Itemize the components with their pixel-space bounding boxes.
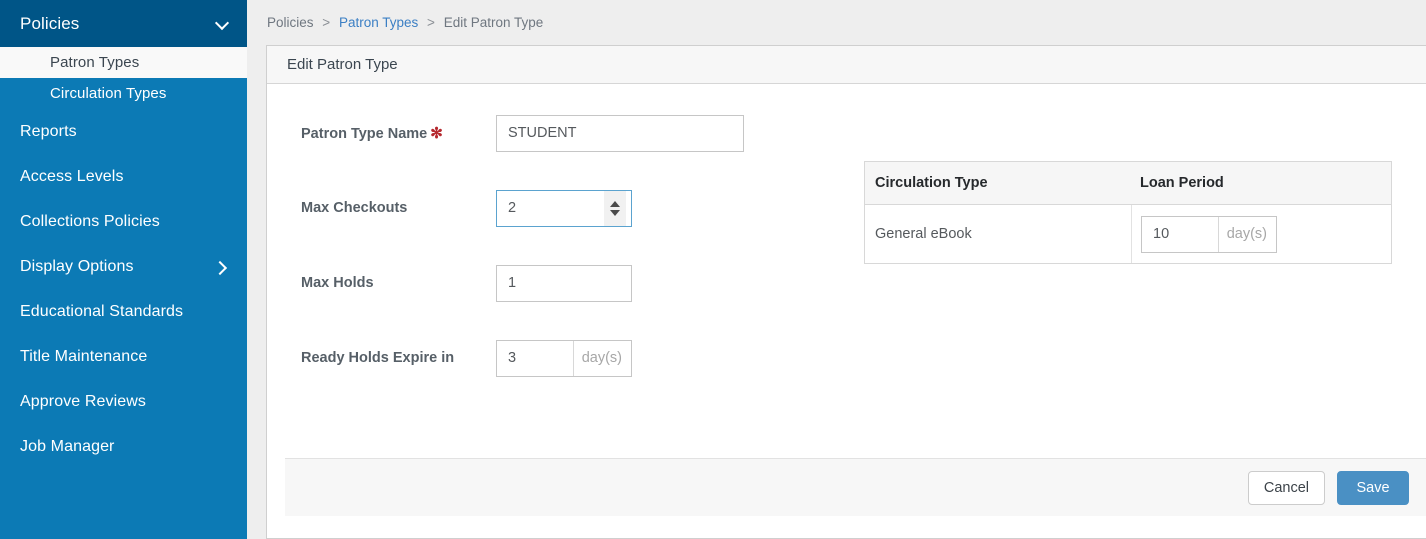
circulation-type-table: Circulation Type Loan Period General eBo… [864,161,1392,264]
patron-type-name-input[interactable]: STUDENT [496,114,744,152]
breadcrumb: Policies > Patron Types > Edit Patron Ty… [267,15,543,30]
cell-circulation-type: General eBook [875,226,972,242]
cell-loan-period: 10 day(s) [1131,205,1391,263]
sidebar-item-access-levels[interactable]: Access Levels [0,154,247,199]
sidebar-item-patron-types[interactable]: Patron Types [0,47,247,78]
sidebar-section-policies-label: Policies [20,13,80,33]
loan-period-input[interactable]: 10 day(s) [1141,215,1277,253]
patron-type-name-value: STUDENT [508,125,577,141]
sidebar-item-access-levels-label: Access Levels [20,167,124,185]
ready-holds-expire-unit: day(s) [572,340,631,376]
main-content: Policies > Patron Types > Edit Patron Ty… [247,0,1426,539]
chevron-down-icon [215,17,229,31]
sidebar-item-educational-standards-label: Educational Standards [20,302,184,320]
max-holds-value: 1 [508,275,517,291]
required-asterisk-icon: ✻ [430,125,443,142]
sidebar: Policies Patron Types Circulation Types … [0,0,247,539]
sidebar-item-display-options-label: Display Options [20,257,134,275]
max-holds-input[interactable]: 1 [496,264,632,302]
stepper-down-icon[interactable] [610,209,620,216]
sidebar-item-title-maintenance-label: Title Maintenance [20,347,148,365]
sidebar-item-collections-policies-label: Collections Policies [20,212,160,230]
number-stepper-icon[interactable] [604,190,626,226]
column-header-loan-period: Loan Period [1140,175,1224,191]
field-ready-holds-expire-in: Ready Holds Expire in 3 day(s) [301,339,901,377]
page-title: Edit Patron Type [287,56,398,73]
sidebar-item-approve-reviews-label: Approve Reviews [20,392,146,410]
page-root: Policies Patron Types Circulation Types … [0,0,1426,539]
sidebar-item-title-maintenance[interactable]: Title Maintenance [0,334,247,379]
panel-body: Patron Type Name ✻ STUDENT Max Checkouts … [267,84,1426,458]
field-max-checkouts: Max Checkouts 2 [301,189,901,227]
sidebar-item-reports[interactable]: Reports [0,109,247,154]
field-ready-holds-expire-in-label: Ready Holds Expire in [301,350,455,366]
breadcrumb-item-patron-types[interactable]: Patron Types [339,15,418,30]
sidebar-item-job-manager-label: Job Manager [20,437,115,455]
field-max-checkouts-label: Max Checkouts [301,200,408,216]
sidebar-item-job-manager[interactable]: Job Manager [0,424,247,469]
sidebar-item-patron-types-label: Patron Types [50,54,140,71]
cancel-button[interactable]: Cancel [1247,470,1325,505]
table-header-row: Circulation Type Loan Period [865,162,1391,205]
sidebar-item-reports-label: Reports [20,122,77,140]
sidebar-item-approve-reviews[interactable]: Approve Reviews [0,379,247,424]
cancel-button-label: Cancel [1263,479,1309,496]
max-checkouts-value: 2 [508,200,517,216]
field-max-holds-label: Max Holds [301,275,374,291]
save-button-label: Save [1356,479,1390,496]
panel-header: Edit Patron Type [267,46,1426,84]
sidebar-item-circulation-types[interactable]: Circulation Types [0,78,247,109]
edit-patron-type-panel: Edit Patron Type Patron Type Name ✻ STUDE… [266,45,1426,539]
breadcrumb-item-policies[interactable]: Policies [267,15,314,30]
breadcrumb-separator: > [322,15,331,30]
patron-type-form: Patron Type Name ✻ STUDENT Max Checkouts … [301,114,901,414]
save-button[interactable]: Save [1337,470,1409,505]
field-patron-type-name-label: Patron Type Name ✻ [301,125,443,142]
sidebar-section-policies[interactable]: Policies [0,0,247,47]
sidebar-item-circulation-types-label: Circulation Types [50,85,167,102]
field-patron-type-name: Patron Type Name ✻ STUDENT [301,114,901,152]
max-checkouts-input[interactable]: 2 [496,189,632,227]
ready-holds-expire-value: 3 [508,350,517,366]
chevron-right-icon [215,260,229,274]
panel-footer: Cancel Save [285,458,1426,516]
table-row: General eBook 10 day(s) [865,205,1391,263]
breadcrumb-separator: > [427,15,435,30]
sidebar-item-display-options[interactable]: Display Options [0,244,247,289]
loan-period-unit: day(s) [1217,216,1276,252]
sidebar-item-educational-standards[interactable]: Educational Standards [0,289,247,334]
column-header-circulation-type: Circulation Type [875,175,988,191]
loan-period-value: 10 [1153,226,1170,242]
sidebar-item-collections-policies[interactable]: Collections Policies [0,199,247,244]
breadcrumb-item-edit-patron-type: Edit Patron Type [443,15,544,30]
field-max-holds: Max Holds 1 [301,264,901,302]
column-header-loan-period-cell: Loan Period [1131,162,1391,204]
stepper-up-icon[interactable] [610,200,620,207]
ready-holds-expire-input[interactable]: 3 day(s) [496,339,632,377]
